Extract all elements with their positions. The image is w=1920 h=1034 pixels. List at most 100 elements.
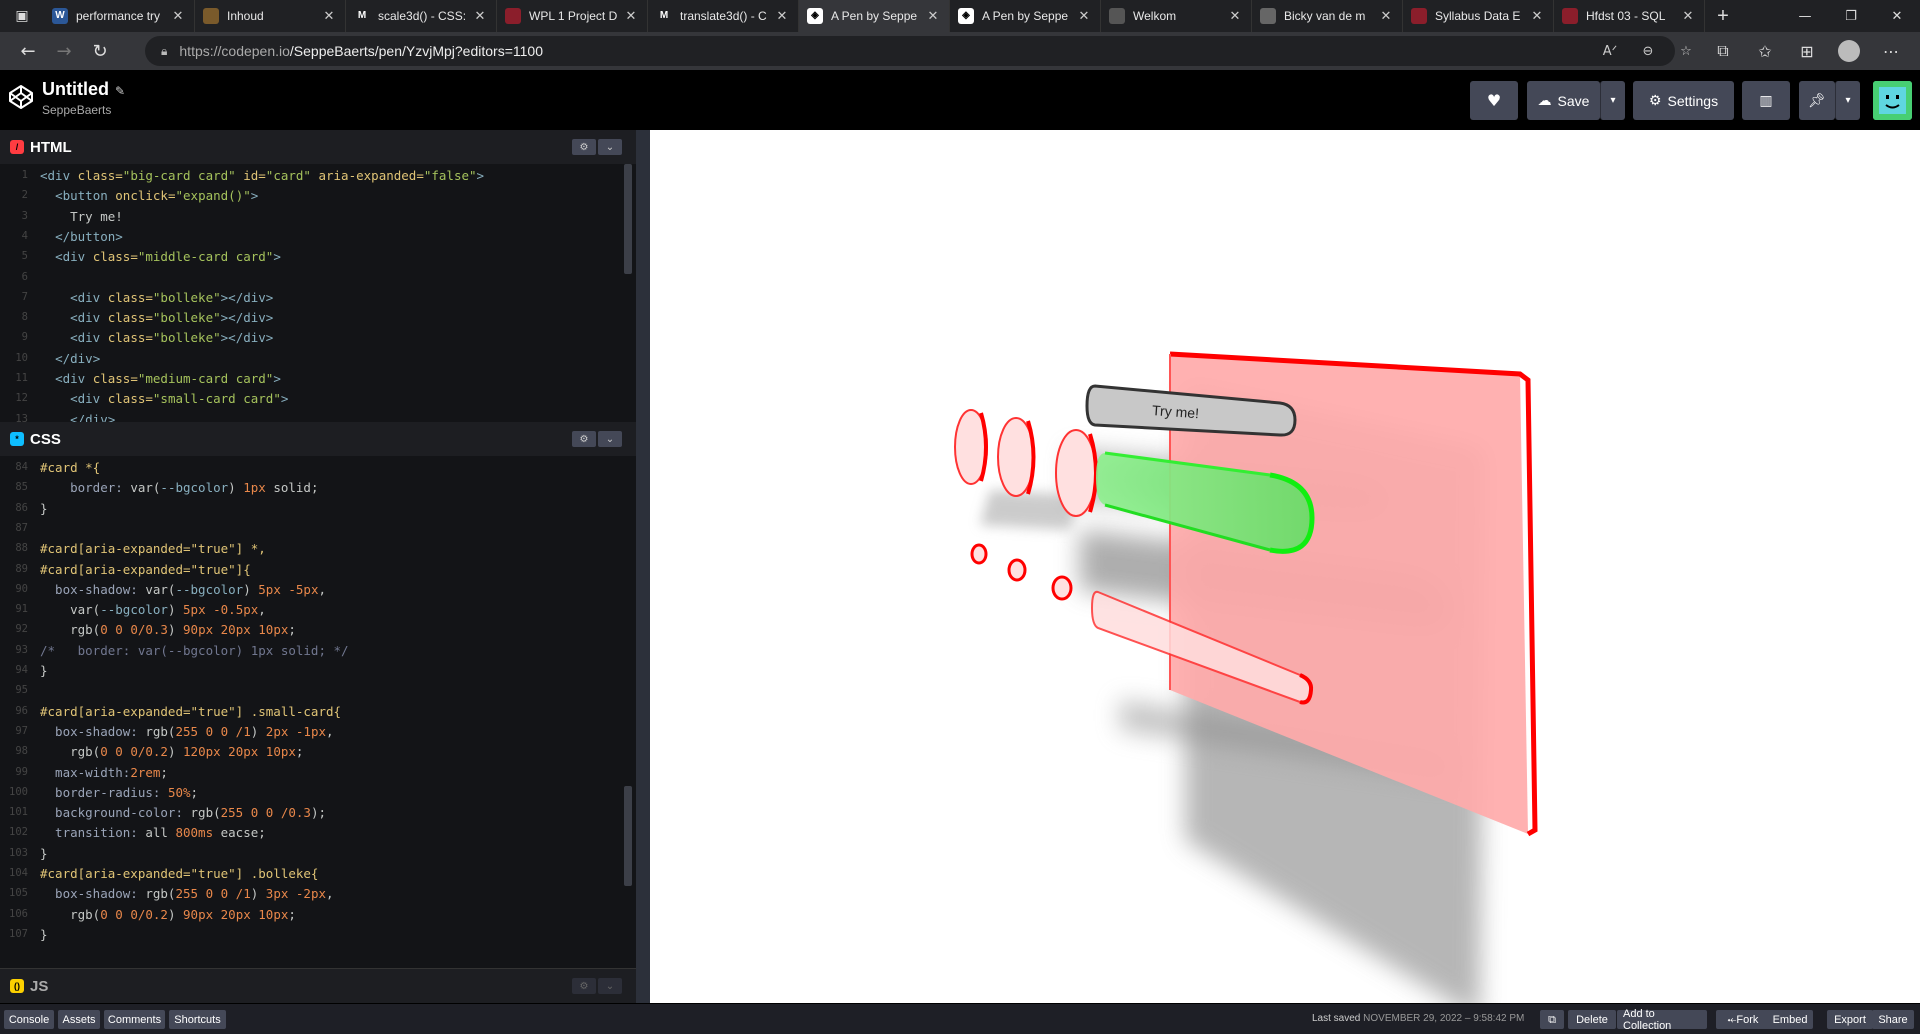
tab-actions-menu-icon[interactable]: ▣: [0, 0, 44, 32]
footer-shortcuts-button[interactable]: Shortcuts: [169, 1010, 226, 1029]
add-favorite-icon[interactable]: ☆: [1667, 36, 1705, 66]
browser-tab[interactable]: Mtranslate3d() - C ✕: [648, 0, 799, 32]
tab-title: Welkom: [1133, 9, 1177, 23]
line-number: 10: [15, 351, 28, 364]
open-external-button[interactable]: ⧉: [1540, 1010, 1564, 1029]
pen-author[interactable]: SeppeBaerts: [42, 103, 111, 117]
code-line: <div class="small-card card">: [70, 391, 289, 407]
settings-button[interactable]: ⚙ Settings: [1633, 81, 1734, 120]
save-label: Save: [1557, 92, 1590, 109]
restore-icon[interactable]: ❐: [1828, 0, 1874, 32]
browser-tab[interactable]: Hfdst 03 - SQL ✕: [1554, 0, 1705, 32]
line-number: 8: [21, 311, 28, 324]
editor-resizer[interactable]: [636, 130, 650, 1003]
browser-tab[interactable]: Bicky van de m ✕: [1252, 0, 1403, 32]
footer-button-label: Embed: [1772, 1013, 1808, 1026]
footer-assets-button[interactable]: Assets: [58, 1010, 100, 1029]
new-tab-button[interactable]: +: [1705, 0, 1741, 32]
line-number: 97: [15, 724, 28, 737]
footer-button-label: Add to Collection: [1623, 1007, 1672, 1032]
tab-title: Syllabus Data E: [1435, 9, 1521, 23]
pin-button[interactable]: 📌︎: [1799, 81, 1835, 120]
footer-embed-button[interactable]: Embed: [1767, 1010, 1813, 1029]
browser-tab[interactable]: Syllabus Data E ✕: [1403, 0, 1554, 32]
forward-button[interactable]: →: [46, 35, 82, 67]
code-line: #card *{: [40, 460, 101, 475]
try-me-button-label[interactable]: Try me!: [1152, 402, 1200, 421]
css-code-editor[interactable]: 84 #card *{85 border: var(--bgcolor) 1px …: [0, 456, 636, 968]
browser-tab[interactable]: Welkom ✕: [1101, 0, 1252, 32]
js-pane-controls: ⚙ ⌄: [570, 978, 622, 994]
line-number: 1: [21, 169, 28, 181]
tab-close-icon[interactable]: ✕: [774, 9, 790, 24]
footer-add-to-collection-button[interactable]: Add to Collection: [1617, 1007, 1707, 1032]
favorites-icon[interactable]: ✩: [1744, 35, 1786, 67]
footer-comments-button[interactable]: Comments: [104, 1010, 165, 1029]
browser-tab[interactable]: Mscale3d() - CSS: ✕: [346, 0, 497, 32]
close-window-icon[interactable]: ✕: [1874, 0, 1920, 32]
browser-tab[interactable]: ◈ A Pen by Seppe ✕: [950, 0, 1101, 32]
tab-title: A Pen by Seppe: [831, 9, 918, 23]
tab-close-icon[interactable]: ✕: [1227, 9, 1243, 24]
profile-avatar[interactable]: [1838, 40, 1860, 62]
address-bar: ← → ↻ 🔒︎ https://codepen.io/SeppeBaerts/…: [0, 32, 1920, 70]
gear-icon[interactable]: ⚙: [572, 978, 596, 994]
tab-close-icon[interactable]: ✕: [1378, 9, 1394, 24]
tab-close-icon[interactable]: ✕: [1680, 9, 1696, 24]
html-pane-tab[interactable]: / HTML: [0, 130, 84, 164]
browser-tab[interactable]: ◈ A Pen by Seppe ✕: [799, 0, 950, 32]
zoom-out-icon[interactable]: ⊖: [1629, 36, 1667, 66]
user-avatar[interactable]: [1873, 81, 1912, 120]
browser-tab[interactable]: WPL 1 Project D ✕: [497, 0, 648, 32]
lock-icon: 🔒︎: [161, 43, 168, 58]
line-number: 3: [21, 209, 28, 222]
chevron-down-icon[interactable]: ⌄: [598, 139, 622, 155]
js-pane-tab[interactable]: () JS: [0, 969, 61, 1003]
footer-share-button[interactable]: Share: [1872, 1010, 1914, 1029]
footer-export-button[interactable]: Export: [1827, 1010, 1873, 1029]
collections-icon[interactable]: ⊞: [1786, 35, 1828, 67]
tab-close-icon[interactable]: ✕: [321, 9, 337, 24]
more-menu-icon[interactable]: ⋯: [1870, 35, 1912, 67]
browser-tab[interactable]: Inhoud ✕: [195, 0, 346, 32]
tab-close-icon[interactable]: ✕: [623, 9, 639, 24]
layout-icon: ▥: [1759, 92, 1773, 109]
tab-close-icon[interactable]: ✕: [925, 9, 941, 24]
gear-icon[interactable]: ⚙: [572, 431, 596, 447]
extensions-icon[interactable]: ⧉: [1702, 35, 1744, 67]
like-button[interactable]: ♥: [1470, 81, 1518, 120]
html-code-editor[interactable]: 1 <div class="big-card card" id="card" ar…: [0, 164, 636, 422]
tab-close-icon[interactable]: ✕: [170, 9, 186, 24]
tab-close-icon[interactable]: ✕: [472, 9, 488, 24]
css-pane-tab[interactable]: * CSS: [0, 422, 73, 456]
footer-fork-button[interactable]: ⤝ Fork: [1716, 1010, 1770, 1029]
tab-close-icon[interactable]: ✕: [1529, 9, 1545, 24]
pin-options-button[interactable]: ▾: [1835, 81, 1860, 120]
layout-button[interactable]: ▥: [1742, 81, 1790, 120]
codepen-logo-icon[interactable]: [8, 84, 34, 110]
save-options-button[interactable]: ▾: [1600, 81, 1625, 120]
gear-icon[interactable]: ⚙: [572, 139, 596, 155]
tab-close-icon[interactable]: ✕: [1076, 9, 1092, 24]
url-field[interactable]: 🔒︎ https://codepen.io/SeppeBaerts/pen/Yz…: [145, 36, 1675, 66]
refresh-button[interactable]: ↻: [82, 35, 118, 67]
pen-title[interactable]: Untitled ✎: [42, 79, 125, 100]
minimize-icon[interactable]: —: [1782, 0, 1828, 32]
back-button[interactable]: ←: [10, 35, 46, 67]
footer-delete-button[interactable]: Delete: [1568, 1010, 1616, 1029]
code-line: rgb(0 0 0/0.3) 90px 20px 10px;: [70, 622, 296, 638]
footer-button-label: Share: [1878, 1013, 1908, 1026]
footer-console-button[interactable]: Console: [4, 1010, 54, 1029]
chevron-down-icon[interactable]: ⌄: [598, 431, 622, 447]
save-button[interactable]: ☁ Save: [1527, 81, 1600, 120]
html-scrollbar[interactable]: [624, 164, 632, 274]
last-saved-date: NOVEMBER 29, 2022 – 9:58:42 PM: [1363, 1013, 1525, 1024]
chevron-down-icon[interactable]: ⌄: [598, 978, 622, 994]
css-scrollbar[interactable]: [624, 786, 632, 886]
browser-tab[interactable]: Wperformance try ✕: [44, 0, 195, 32]
read-aloud-icon[interactable]: Aᐟ: [1591, 36, 1629, 66]
code-line: }: [40, 845, 48, 861]
bolleke-3: [1055, 429, 1097, 517]
code-line: }: [40, 926, 48, 942]
pencil-icon[interactable]: ✎: [115, 84, 125, 98]
